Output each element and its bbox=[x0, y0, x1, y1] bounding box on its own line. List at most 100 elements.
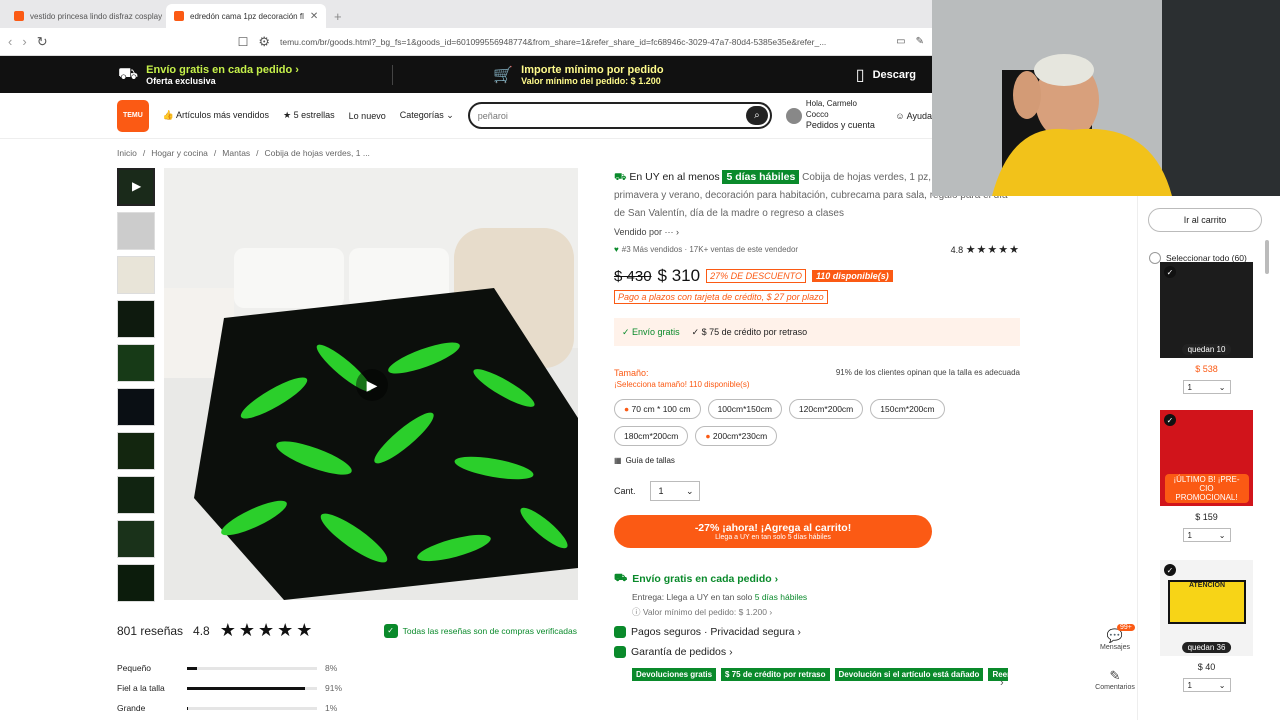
check-icon[interactable]: ✓ bbox=[1164, 564, 1176, 576]
search-icon[interactable]: ⌕ bbox=[745, 106, 768, 125]
cart-item[interactable]: ✓ ATENCIÓN quedan 36 $ 40 1 ⌄ bbox=[1160, 560, 1253, 692]
order-guarantee-link[interactable]: Garantía de pedidos › bbox=[614, 646, 1020, 658]
sales-rank[interactable]: #3 Más vendidos · 17K+ ventas de este ve… bbox=[622, 245, 798, 254]
messages-button[interactable]: 💬 99+ Mensajes bbox=[1095, 624, 1135, 651]
promo-subtitle: Valor mínimo del pedido: $ 1.200 bbox=[521, 75, 661, 86]
quantity-value: 1 bbox=[1187, 530, 1192, 540]
help-label: Ayuda bbox=[906, 110, 932, 121]
play-video-button[interactable]: ▶ bbox=[356, 369, 388, 401]
fit-note: 91% de los clientes opinan que la talla … bbox=[835, 368, 1020, 377]
search-input[interactable]: peñaroi ⌕ bbox=[467, 102, 772, 129]
shield-icon bbox=[614, 646, 626, 658]
account-menu[interactable]: Hola, Carmelo Cocco Pedidos y cuenta bbox=[785, 99, 881, 131]
thumbnail[interactable] bbox=[117, 476, 155, 514]
site-info-icon[interactable]: ⚙ bbox=[258, 34, 270, 50]
edit-icon[interactable]: ✎ bbox=[916, 36, 924, 47]
breadcrumb-item[interactable]: Hogar y cocina bbox=[151, 148, 208, 158]
size-label: 200cm*230cm bbox=[712, 431, 768, 441]
account-greeting: Hola, Carmelo Cocco bbox=[805, 99, 858, 119]
seller-rating: 4.8 ★★★★★ bbox=[951, 243, 1020, 256]
help-link[interactable]: ☺ Ayuda bbox=[895, 111, 932, 121]
fit-label: Grande bbox=[117, 703, 146, 713]
comments-button[interactable]: ✎ Comentarios bbox=[1095, 668, 1135, 691]
thumbnail[interactable] bbox=[117, 256, 155, 294]
thumbnail[interactable] bbox=[117, 388, 155, 426]
breadcrumb-item[interactable]: Mantas bbox=[222, 148, 250, 158]
nav-five-stars[interactable]: ★ 5 estrellas bbox=[283, 110, 335, 121]
chat-icon: 💬 99+ bbox=[1095, 624, 1135, 644]
check-icon[interactable]: ✓ bbox=[1164, 414, 1176, 426]
review-count[interactable]: 801 reseñas bbox=[117, 624, 183, 638]
quantity-select[interactable]: 1 ⌄ bbox=[1182, 380, 1231, 394]
forward-icon[interactable]: › bbox=[22, 34, 26, 49]
discount-badge: 27% DE DESCUENTO bbox=[706, 269, 806, 283]
seller-link[interactable]: Vendido por ··· › bbox=[614, 227, 1020, 237]
messages-label: Mensajes bbox=[1100, 644, 1130, 651]
guarantee-tag: Reemb bbox=[988, 668, 1008, 681]
nav-label: 5 estrellas bbox=[293, 110, 335, 120]
promo-download[interactable]: ▯ Descarg bbox=[840, 56, 932, 93]
quantity-value: 1 bbox=[658, 486, 664, 496]
delivery-estimate: Entrega: Llega a UY en tan solo 5 días h… bbox=[632, 592, 1020, 602]
check-icon[interactable]: ✓ bbox=[1164, 266, 1176, 278]
bookmark-icon[interactable]: ☐ bbox=[238, 35, 249, 49]
go-to-cart-button[interactable]: Ir al carrito bbox=[1148, 208, 1262, 232]
breadcrumb-item[interactable]: Inicio bbox=[117, 148, 137, 158]
size-option[interactable]: 100cm*150cm bbox=[707, 399, 782, 419]
warning-sign-image: ATENCIÓN bbox=[1168, 580, 1246, 624]
thumbnail[interactable] bbox=[117, 212, 155, 250]
size-option[interactable]: ● 70 cm * 100 cm bbox=[614, 399, 701, 419]
promo-free-shipping[interactable]: ⛟ Envío gratis en cada pedido › Oferta ex… bbox=[0, 56, 392, 93]
cart-item[interactable]: ✓ ¡ÚLTIMO B! ¡PRE-CIO PROMOCIONAL! $ 159… bbox=[1160, 410, 1253, 542]
thumbnail[interactable] bbox=[117, 564, 155, 602]
temu-logo[interactable]: TEMU bbox=[117, 99, 149, 132]
sidebar-scrollbar[interactable] bbox=[1265, 240, 1269, 274]
availability-badge: 110 disponible(s) bbox=[811, 270, 893, 282]
fire-icon: ● bbox=[705, 431, 711, 441]
cart-item-price: $ 538 bbox=[1195, 364, 1218, 374]
installments-note[interactable]: Pago a plazos con tarjeta de crédito, $ … bbox=[614, 290, 828, 304]
chevron-right-icon[interactable]: › bbox=[1000, 677, 1004, 689]
size-option[interactable]: 120cm*200cm bbox=[788, 399, 864, 419]
fire-icon: ● bbox=[624, 404, 630, 414]
nav-new[interactable]: Lo nuevo bbox=[349, 111, 386, 121]
promo-title: Envío gratis en cada pedido › bbox=[146, 63, 299, 76]
add-to-cart-button[interactable]: -27% ¡ahora! ¡Agrega al carrito! Llega a… bbox=[614, 515, 932, 548]
thumbnail-video[interactable]: ▶ bbox=[117, 168, 155, 206]
quantity-value: 1 bbox=[1187, 382, 1192, 392]
thumbnail[interactable] bbox=[117, 520, 155, 558]
quantity-select[interactable]: 1 ⌄ bbox=[1182, 678, 1231, 692]
size-option[interactable]: 150cm*200cm bbox=[870, 399, 945, 419]
thumbnail[interactable] bbox=[117, 432, 155, 470]
guarantee-tag: Devoluciones gratis bbox=[632, 668, 717, 681]
size-option[interactable]: 180cm*200cm bbox=[614, 426, 689, 446]
shield-icon: ✓ bbox=[383, 623, 398, 638]
quantity-value: 1 bbox=[1187, 680, 1192, 690]
close-tab-icon[interactable]: ✕ bbox=[310, 11, 318, 22]
guarantee-text: Garantía de pedidos › bbox=[631, 646, 733, 658]
logo-text: TEMU bbox=[122, 111, 143, 119]
back-icon[interactable]: ‹ bbox=[8, 34, 12, 49]
quantity-select[interactable]: 1 ⌄ bbox=[1182, 528, 1231, 542]
secure-payment-link[interactable]: Pagos seguros · Privacidad segura › bbox=[614, 626, 1020, 638]
size-guide-link[interactable]: ▦ Guía de tallas bbox=[614, 456, 1020, 465]
nav-categories[interactable]: Categorías ⌄ bbox=[400, 110, 454, 121]
size-option[interactable]: ● 200cm*230cm bbox=[695, 426, 778, 446]
fit-label: Fiel a la talla bbox=[117, 683, 165, 693]
thumbnail[interactable] bbox=[117, 344, 155, 382]
browser-tab-2[interactable]: edredón cama 1pz decoración fl ✕ bbox=[166, 4, 326, 28]
thumbnail[interactable] bbox=[117, 300, 155, 338]
browser-tab-1[interactable]: vestido princesa lindo disfraz cosplay bbox=[6, 4, 166, 28]
new-tab-button[interactable]: + bbox=[326, 4, 350, 28]
cart-item[interactable]: ✓ quedan 10 $ 538 1 ⌄ bbox=[1160, 262, 1253, 394]
reload-icon[interactable]: ↻ bbox=[37, 34, 48, 50]
shipping-title[interactable]: ⛟ Envío gratis en cada pedido › bbox=[614, 572, 1020, 586]
minimum-order[interactable]: ⓘ Valor mínimo del pedido: $ 1.200 › bbox=[632, 606, 1020, 618]
nav-best-sellers[interactable]: 👍 Artículos más vendidos bbox=[163, 110, 269, 121]
url-field[interactable]: temu.com/br/goods.html?_bg_fs=1&goods_id… bbox=[280, 37, 880, 47]
cast-icon[interactable]: ▭ bbox=[896, 36, 905, 47]
product-main-image[interactable]: ▶ bbox=[164, 168, 578, 600]
breadcrumb-item: Cobija de hojas verdes, 1 ... bbox=[264, 148, 370, 158]
promo-minimum[interactable]: 🛒 Importe mínimo por pedido Valor mínimo … bbox=[393, 56, 840, 93]
quantity-select[interactable]: 1 ⌄ bbox=[649, 481, 700, 501]
